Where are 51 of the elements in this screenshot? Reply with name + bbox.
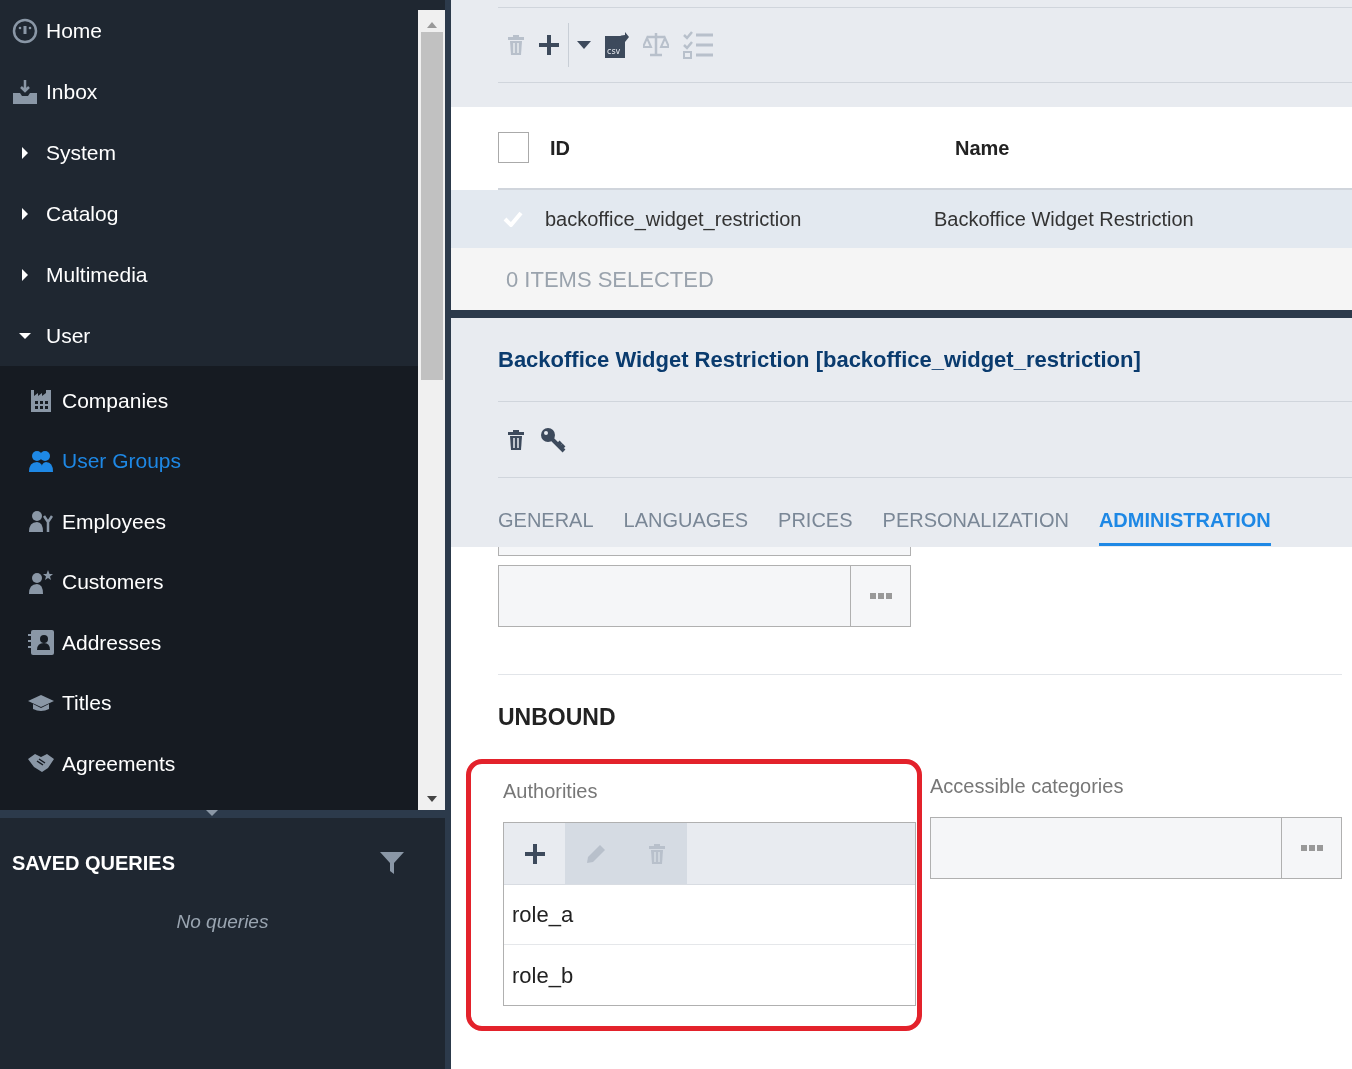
table-cell-text: Backoffice Widget Restriction	[934, 207, 1194, 232]
scroll-up-icon[interactable]	[426, 22, 437, 28]
pencil-icon	[585, 843, 606, 864]
nav-item[interactable]: Catalog	[0, 183, 418, 244]
nav-item[interactable]: Multimedia	[0, 244, 418, 305]
field-label: Authorities	[503, 779, 599, 804]
list-item[interactable]: role_a	[504, 885, 915, 945]
nav-item[interactable]: Employees	[0, 491, 418, 552]
column-header[interactable]: Name	[955, 132, 1010, 163]
nav-item[interactable]: Customers	[0, 551, 418, 612]
users-icon	[29, 449, 53, 472]
caret-down-icon[interactable]	[577, 41, 591, 49]
column-header[interactable]: ID	[550, 132, 955, 163]
scroll-down-icon[interactable]	[426, 796, 437, 802]
list-item[interactable]: role_b	[504, 945, 915, 1005]
customer-icon	[29, 569, 53, 594]
graduation-cap-icon	[28, 693, 54, 712]
add-icon	[523, 842, 546, 865]
filter-icon[interactable]	[379, 850, 405, 876]
home-icon	[12, 17, 38, 44]
handshake-icon	[28, 753, 54, 774]
address-book-icon	[28, 629, 54, 656]
detail-title: Backoffice Widget Restriction [backoffice_widget_restriction]	[498, 346, 1141, 374]
selection-count: 0 ITEMS SELECTED	[506, 265, 714, 294]
saved-queries-title: SAVED QUERIES	[12, 851, 175, 876]
input-field[interactable]	[498, 547, 911, 556]
nav-item[interactable]: Agreements	[0, 733, 418, 794]
key-icon[interactable]	[540, 426, 566, 453]
section-heading: UNBOUND	[498, 702, 616, 732]
empty-message: No queries	[176, 910, 269, 934]
employee-icon	[29, 510, 53, 533]
building-icon	[31, 388, 51, 413]
nav-item[interactable]: Companies	[0, 370, 418, 431]
select-all-checkbox[interactable]	[498, 132, 529, 163]
nav-item[interactable]: Addresses	[0, 612, 418, 673]
nav-item[interactable]: System	[0, 122, 418, 183]
table-cell-text: backoffice_widget_restriction	[544, 207, 803, 233]
add-icon[interactable]	[538, 34, 560, 56]
delete-icon	[648, 843, 665, 864]
inbox-icon	[12, 78, 38, 105]
nav-item[interactable]: Titles	[0, 672, 418, 733]
nav-item[interactable]: Inbox	[0, 61, 418, 122]
delete-icon[interactable]	[508, 429, 524, 450]
nav-item[interactable]: Home	[0, 0, 418, 61]
field-label: Accessible categories	[930, 774, 1125, 799]
nav-item[interactable]: User Groups	[0, 430, 418, 491]
scrollbar[interactable]	[418, 10, 445, 810]
scroll-thumb[interactable]	[420, 32, 443, 380]
table-row[interactable]: backoffice_widget_restriction Backoffice Widget Restriction	[451, 190, 1352, 248]
nav-item[interactable]: User	[0, 305, 418, 366]
check-icon	[503, 211, 523, 227]
